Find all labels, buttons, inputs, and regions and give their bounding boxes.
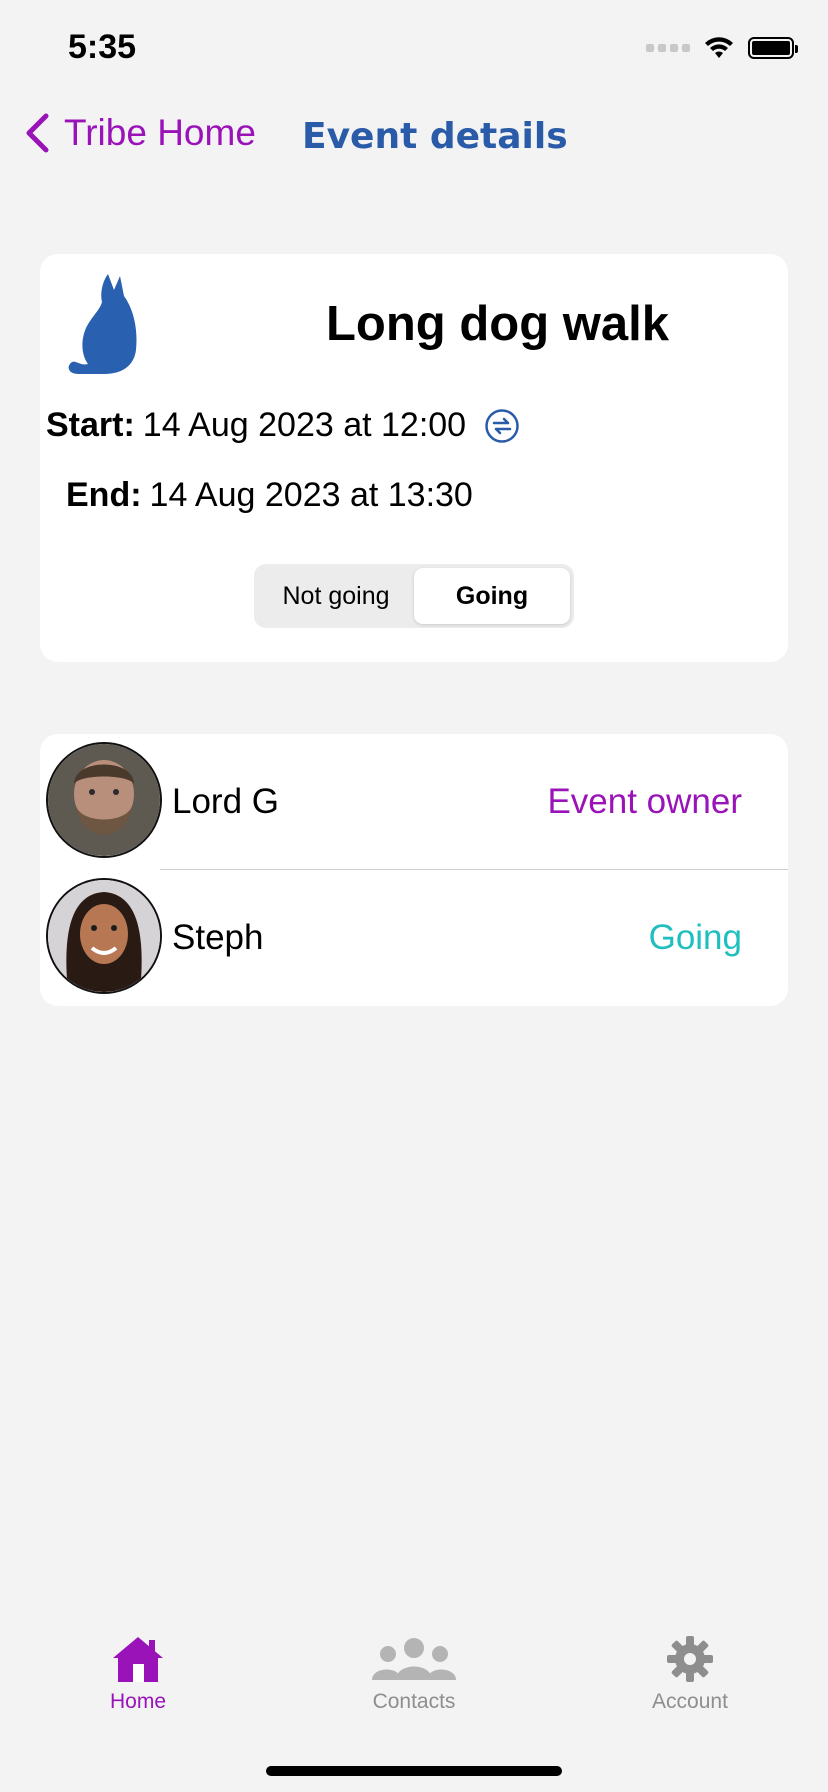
list-item[interactable]: Steph Going [40, 870, 788, 1006]
back-button-label: Tribe Home [64, 112, 256, 153]
avatar [46, 742, 162, 858]
back-button[interactable]: Tribe Home [24, 112, 256, 154]
tab-home[interactable]: Home [58, 1634, 218, 1714]
avatar [46, 878, 162, 994]
rsvp-segmented-control: Not going Going [254, 564, 574, 628]
chevron-left-icon [26, 113, 49, 153]
list-item[interactable]: Lord G Event owner [40, 734, 788, 870]
start-value: 14 Aug 2023 at 12:00 [142, 406, 467, 444]
rsvp-going-option[interactable]: Going [414, 568, 570, 624]
cellular-signal-icon [646, 44, 690, 52]
tab-account[interactable]: Account [610, 1634, 770, 1714]
participant-name: Steph [172, 918, 264, 957]
repeat-icon[interactable] [484, 408, 520, 444]
participant-status: Event owner [547, 782, 742, 821]
end-value: 14 Aug 2023 at 13:30 [149, 476, 473, 514]
people-icon [372, 1638, 456, 1680]
tab-label: Account [652, 1690, 728, 1713]
tab-contacts[interactable]: Contacts [334, 1634, 494, 1714]
cat-icon [64, 270, 146, 381]
wifi-icon [705, 37, 733, 58]
start-row: Start: 14 Aug 2023 at 12:00 [46, 406, 520, 445]
event-title: Long dog walk [326, 297, 669, 351]
rsvp-not-going-option[interactable]: Not going [258, 568, 414, 624]
start-label: Start: [46, 406, 135, 444]
tab-label: Home [109, 1690, 167, 1713]
status-icons [646, 36, 798, 60]
tab-label: Contacts [372, 1690, 456, 1713]
participant-name: Lord G [172, 782, 279, 821]
home-indicator [266, 1766, 562, 1776]
battery-icon [748, 37, 798, 59]
page-title: Event details [302, 116, 568, 157]
event-card: Long dog walk Start: 14 Aug 2023 at 12:0… [40, 254, 788, 662]
gear-icon [667, 1636, 713, 1682]
participant-status: Going [648, 918, 742, 957]
end-label: End: [66, 476, 142, 514]
participants-list: Lord G Event owner Steph Going [40, 734, 788, 1006]
house-icon [113, 1637, 163, 1682]
status-time: 5:35 [68, 28, 137, 66]
end-row: End: 14 Aug 2023 at 13:30 [66, 476, 473, 515]
